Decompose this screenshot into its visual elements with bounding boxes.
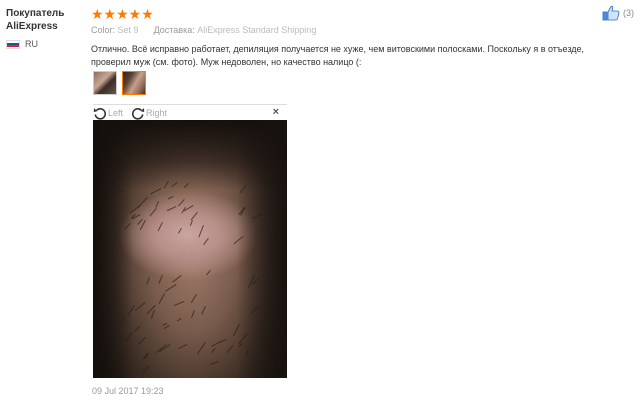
thumbs-up-icon <box>602 5 620 21</box>
rotate-left-button[interactable]: Left <box>93 106 123 120</box>
rotate-right-label: Right <box>146 108 168 118</box>
country-code: RU <box>25 39 38 49</box>
rotate-right-button[interactable]: Right <box>131 106 167 120</box>
buyer-name-line2: AliExpress <box>6 21 58 32</box>
shipping-label: Доставка: <box>153 25 195 35</box>
shipping-value: AliExpress Standard Shipping <box>197 25 317 35</box>
order-meta: Color: Set 9 Доставка: AliExpress Standa… <box>91 25 316 35</box>
review-date: 09 Jul 2017 19:23 <box>92 386 164 396</box>
like-button[interactable]: (3) <box>602 5 634 21</box>
russia-flag-icon <box>6 39 20 49</box>
color-label: Color: <box>91 25 116 35</box>
photo-thumbnail-1[interactable] <box>93 71 117 95</box>
close-viewer-button[interactable]: × <box>273 106 279 118</box>
rotate-left-label: Left <box>108 108 124 118</box>
buyer-info: Покупатель AliExpress RU <box>6 7 86 49</box>
rotate-left-icon <box>93 108 107 120</box>
rating-stars: ★★★★★ <box>91 6 154 22</box>
review-photo <box>93 120 287 378</box>
buyer-name-line1: Покупатель <box>6 8 65 19</box>
buyer-country: RU <box>6 39 86 49</box>
rotate-right-icon <box>131 108 145 120</box>
review-text-line1: Отлично. Всё исправно работает, депиляци… <box>91 44 585 54</box>
photo-thumbnails <box>93 71 146 95</box>
photo-viewer-toolbar: Left Right × <box>93 104 287 121</box>
review-text: Отлично. Всё исправно работает, депиляци… <box>91 43 631 69</box>
photo-thumbnail-2[interactable] <box>122 71 146 95</box>
like-count: (3) <box>623 8 634 18</box>
color-value: Set 9 <box>117 25 139 35</box>
review-text-line2: проверил муж (см. фото). Муж недоволен, … <box>91 57 362 67</box>
